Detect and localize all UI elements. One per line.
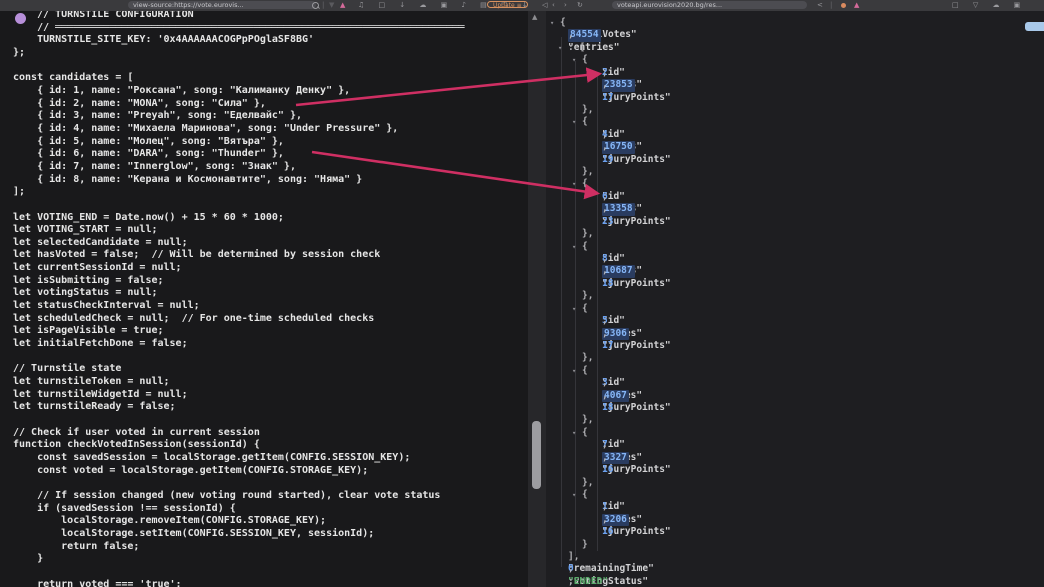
json-line: "votes": 23853, [546, 79, 1044, 91]
collapse-caret-icon[interactable]: ▾ [572, 54, 576, 66]
json-line: "votes": 3206, [546, 514, 1044, 526]
json-line: }, [546, 414, 1044, 426]
json-line: "juryPoints": 23 [546, 216, 1044, 228]
json-line: "id": 7, [546, 439, 1044, 451]
json-line: ▾{ [546, 489, 1044, 501]
scrollbar-track[interactable]: ▲ [528, 11, 546, 587]
json-line: "votes": 9306, [546, 328, 1044, 340]
search-icon[interactable] [312, 2, 319, 9]
scroll-up-icon[interactable]: ▲ [532, 13, 537, 21]
collapse-caret-icon[interactable]: ▾ [572, 427, 576, 439]
address-bar-left[interactable]: view-source:https://vote.eurovis... [128, 1, 316, 9]
json-line: ▾{ [546, 303, 1044, 315]
collapse-caret-icon[interactable]: ▾ [550, 17, 554, 29]
collapse-caret-icon[interactable]: ▾ [572, 116, 576, 128]
json-line: }, [546, 290, 1044, 302]
json-line: ▾{ [546, 17, 1044, 29]
json-line: ], [546, 551, 1044, 563]
json-line: "id": 5, [546, 315, 1044, 327]
json-viewer-button[interactable] [1025, 22, 1044, 31]
source-pane: // TURNSTILE CONFIGURATION // ══════════… [0, 11, 528, 587]
json-line: } [546, 539, 1044, 551]
json-line: }, [546, 166, 1044, 178]
json-line: "id": 3, [546, 377, 1044, 389]
collapse-caret-icon[interactable]: ▾ [572, 303, 576, 315]
json-line: "juryPoints": 17 [546, 340, 1044, 352]
screenshot-stage: view-source:https://vote.eurovis... | ▼ … [0, 0, 1044, 587]
json-line: "juryPoints": 17 [546, 92, 1044, 104]
address-bar-right-text: voteapi.eurovision2020.bg/res... [617, 1, 722, 9]
json-line: ▾{ [546, 116, 1044, 128]
json-line: "votes": 10687, [546, 265, 1044, 277]
json-line: "juryPoints": 16 [546, 464, 1044, 476]
source-code: // TURNSTILE CONFIGURATION // ══════════… [13, 11, 465, 587]
json-line: "id": 4, [546, 129, 1044, 141]
json-line: ▾{ [546, 427, 1044, 439]
collapse-caret-icon[interactable]: ▾ [572, 241, 576, 253]
json-line: "id": 1, [546, 501, 1044, 513]
json-line: "votes": 3327, [546, 452, 1044, 464]
json-line: }, [546, 228, 1044, 240]
json-line: }, [546, 352, 1044, 364]
back-icon[interactable]: ‹ [552, 0, 555, 11]
toolbar-separator: | [322, 0, 324, 11]
json-line: }, [546, 477, 1044, 489]
json-line: "remainingTime": 0, [546, 563, 1044, 575]
collapse-caret-icon[interactable]: ▾ [558, 42, 562, 54]
toolbar-separator: | [830, 0, 832, 11]
json-line: "id": 2, [546, 67, 1044, 79]
collapse-caret-icon[interactable]: ▾ [572, 489, 576, 501]
dropdown-icon[interactable]: ▼ [329, 0, 334, 11]
notification-dot-icon[interactable] [841, 3, 846, 8]
json-line: "juryPoints": 18 [546, 278, 1044, 290]
pinned-extension-icon[interactable]: ▲ [340, 0, 345, 11]
json-line: ▾{ [546, 178, 1044, 190]
json-line: "votes": 4067, [546, 390, 1044, 402]
reload-icon[interactable]: ↻ [577, 0, 583, 11]
address-bar-right[interactable]: voteapi.eurovision2020.bg/res... [612, 1, 807, 9]
json-pane: ▾{"totalVotes": 84554,▾"entries": [▾{"id… [546, 11, 1044, 587]
json-line: "votingStatus": "ENDED", [546, 576, 1044, 587]
json-line: "juryPoints": 18 [546, 402, 1044, 414]
json-line: "votes": 13358, [546, 203, 1044, 215]
collapse-caret-icon[interactable]: ▾ [572, 365, 576, 377]
share-icon[interactable]: < [817, 0, 823, 11]
collapse-caret-icon[interactable]: ▾ [572, 178, 576, 190]
json-line: "id": 6, [546, 191, 1044, 203]
address-bar-left-text: view-source:https://vote.eurovis... [133, 1, 244, 9]
scrollbar-thumb[interactable] [532, 421, 541, 489]
update-button[interactable]: Update ≡ [487, 1, 528, 8]
pinned-extension-icon[interactable]: ▲ [854, 0, 859, 11]
json-line: ▾{ [546, 241, 1044, 253]
json-line: "id": 8, [546, 253, 1044, 265]
json-line: ▾{ [546, 54, 1044, 66]
json-line: ▾"entries": [ [546, 42, 1044, 54]
extension-icons-right[interactable]: □ ▽ ☁ ▣ ♫ □ [952, 0, 1044, 11]
json-line: "juryPoints": 16 [546, 526, 1044, 538]
forward-icon[interactable]: › [564, 0, 567, 11]
json-line: "votes": 16750, [546, 141, 1044, 153]
json-line: "juryPoints": 19 [546, 154, 1044, 166]
json-line: }, [546, 104, 1044, 116]
json-line: "totalVotes": 84554, [546, 29, 1044, 41]
json-line: ▾{ [546, 365, 1044, 377]
